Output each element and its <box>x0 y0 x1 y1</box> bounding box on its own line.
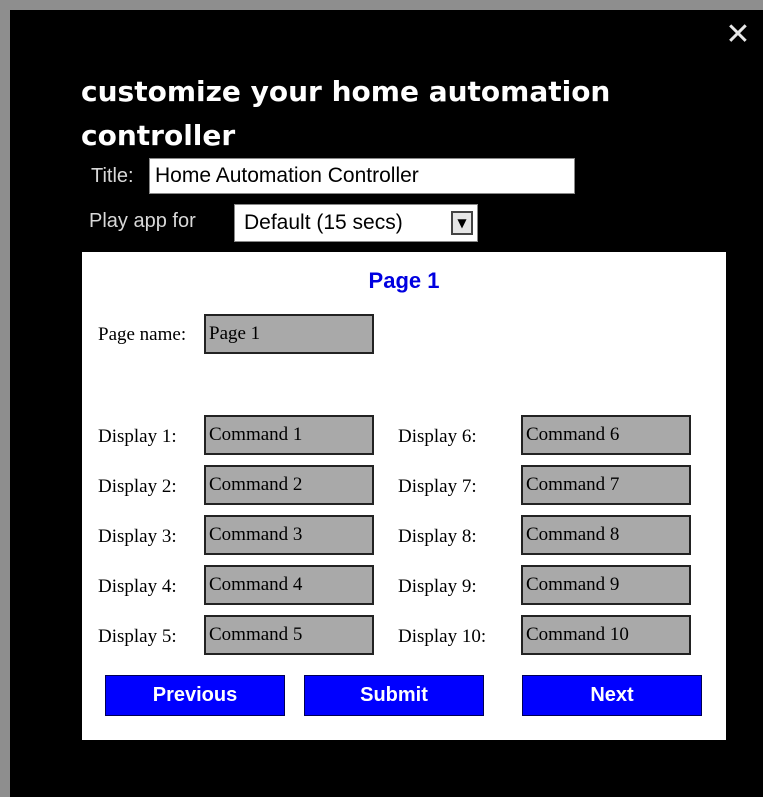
dialog-heading: customize your home automation controlle… <box>81 75 611 152</box>
display-1-label: Display 1: <box>98 426 177 447</box>
display-6-field[interactable]: Command 6 <box>521 415 691 455</box>
display-5-label: Display 5: <box>98 626 177 647</box>
window-top-strip <box>0 0 763 10</box>
display-10-label: Display 10: <box>398 626 487 647</box>
page-name-field[interactable]: Page 1 <box>204 314 374 354</box>
chevron-down-icon[interactable]: ▼ <box>451 211 473 235</box>
display-2-label: Display 2: <box>98 476 177 497</box>
display-7-label: Display 7: <box>398 476 477 497</box>
display-10-field[interactable]: Command 10 <box>521 615 691 655</box>
display-1-field[interactable]: Command 1 <box>204 415 374 455</box>
next-button[interactable]: Next <box>522 675 702 716</box>
title-input-value: Home Automation Controller <box>155 164 419 187</box>
play-app-label: Play app for <box>89 210 196 232</box>
page-panel: Page 1 Page name: Page 1 Display 1: Comm… <box>82 252 726 740</box>
display-8-field[interactable]: Command 8 <box>521 515 691 555</box>
display-3-field[interactable]: Command 3 <box>204 515 374 555</box>
display-4-label: Display 4: <box>98 576 177 597</box>
play-duration-select[interactable]: Default (15 secs) ▼ <box>234 204 478 242</box>
submit-button[interactable]: Submit <box>304 675 484 716</box>
title-input[interactable]: Home Automation Controller <box>149 158 575 194</box>
display-9-label: Display 9: <box>398 576 477 597</box>
display-3-label: Display 3: <box>98 526 177 547</box>
display-9-field[interactable]: Command 9 <box>521 565 691 605</box>
title-label: Title: <box>91 165 134 187</box>
play-duration-value: Default (15 secs) <box>244 211 403 234</box>
display-7-field[interactable]: Command 7 <box>521 465 691 505</box>
page-heading: Page 1 <box>368 268 440 293</box>
page-name-label: Page name: <box>98 324 187 345</box>
display-5-field[interactable]: Command 5 <box>204 615 374 655</box>
close-icon[interactable]: ✕ <box>720 17 756 53</box>
display-4-field[interactable]: Command 4 <box>204 565 374 605</box>
display-2-field[interactable]: Command 2 <box>204 465 374 505</box>
display-8-label: Display 8: <box>398 526 477 547</box>
display-6-label: Display 6: <box>398 426 477 447</box>
previous-button[interactable]: Previous <box>105 675 285 716</box>
